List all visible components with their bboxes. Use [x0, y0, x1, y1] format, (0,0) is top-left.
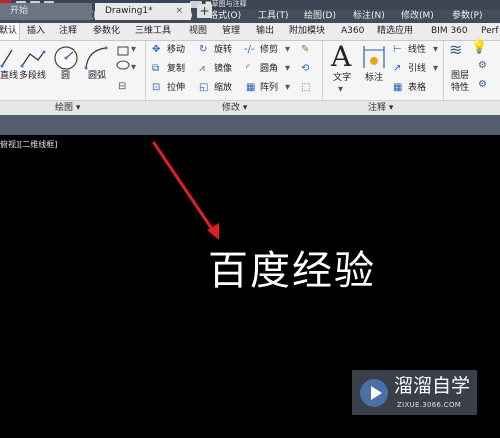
ribbon-tabs: 默认 插入 注释 参数化 三维工具 视图 管理 输出 附加模块 A360 精选应… — [0, 23, 500, 41]
text-big-icon[interactable]: A — [331, 41, 351, 73]
tab-output[interactable]: 输出 — [256, 23, 274, 40]
text-button[interactable]: 文字 — [333, 73, 351, 84]
circle-label[interactable]: 圆 — [61, 71, 70, 82]
tab-performance[interactable]: Perf — [481, 23, 499, 40]
tab-start-label: 开始 — [10, 6, 29, 16]
trim-icon: -/- — [244, 44, 255, 55]
mirror-button[interactable]: 镜像 — [214, 64, 232, 75]
rotate-button[interactable]: 旋转 — [214, 45, 232, 56]
modify-panel-title[interactable]: 修改 ▾ — [222, 101, 247, 115]
canvas-text: 百度经验 — [208, 248, 376, 294]
close-icon[interactable]: × — [175, 3, 183, 20]
new-tab-button[interactable]: + — [197, 4, 212, 18]
stretch-button[interactable]: 拉伸 — [167, 83, 185, 94]
copy-icon: ⧉ — [152, 63, 160, 74]
layer-properties-icon[interactable]: ≋ — [449, 42, 462, 58]
move-icon: ✥ — [152, 44, 161, 55]
fillet-icon: ◜ — [246, 63, 250, 74]
mirror-icon: ⩘ — [199, 63, 205, 74]
dimension-button[interactable]: 标注 — [365, 73, 383, 84]
copy-button[interactable]: 复制 — [167, 64, 185, 75]
tab-parametric[interactable]: 参数化 — [93, 23, 120, 40]
polyline-label[interactable]: 多段线 — [19, 71, 46, 82]
annotation-panel-title[interactable]: 注释 ▾ — [368, 101, 393, 115]
tab-featured-apps[interactable]: 精选应用 — [377, 23, 413, 40]
watermark: 溜溜自学 ZIXUE.3066.COM — [352, 370, 477, 415]
tab-annotate[interactable]: 注释 — [59, 23, 77, 40]
menu-draw[interactable]: 绘图(D) — [304, 9, 336, 23]
draw-panel-title[interactable]: 绘图 ▾ — [55, 101, 80, 115]
ribbon-panel-titles: 绘图 ▾ 修改 ▾ 注释 ▾ — [0, 100, 500, 116]
scale-icon: ◱ — [199, 82, 209, 93]
fillet-button[interactable]: 圆角 — [260, 64, 278, 75]
watermark-url: ZIXUE.3066.COM — [397, 401, 462, 409]
watermark-title: 溜溜自学 — [394, 375, 471, 397]
linear-button[interactable]: 线性 — [408, 45, 426, 56]
table-button[interactable]: 表格 — [408, 83, 426, 94]
linear-dropdown-icon[interactable]: ▾ — [433, 44, 438, 56]
viewport-controls[interactable]: 俯视][二维线框] — [0, 139, 57, 150]
tab-start[interactable]: 开始 — [0, 3, 92, 20]
menu-dimension[interactable]: 标注(N) — [353, 9, 385, 23]
trim-button[interactable]: 修剪 — [260, 45, 278, 56]
fillet-dropdown-icon[interactable]: ▾ — [285, 63, 290, 75]
rotate-icon: ↻ — [199, 44, 208, 55]
document-tabs — [0, 115, 500, 135]
layer-button[interactable]: 图层 — [451, 71, 469, 82]
tab-a360[interactable]: A360 — [341, 23, 364, 40]
move-button[interactable]: 移动 — [167, 45, 185, 56]
rectangle-dropdown-icon[interactable]: ▾ — [131, 44, 136, 56]
lightbulb-icon[interactable]: 💡 — [471, 41, 487, 54]
trim-dropdown-icon[interactable]: ▾ — [285, 44, 290, 56]
ellipse-dropdown-icon[interactable]: ▾ — [131, 62, 136, 74]
tab-insert[interactable]: 插入 — [27, 23, 45, 40]
menu-modify[interactable]: 修改(M) — [401, 9, 434, 23]
dimension-icon — [363, 46, 385, 68]
array-dropdown-icon[interactable]: ▾ — [285, 82, 290, 94]
explode-icon[interactable]: ⟲ — [301, 63, 309, 75]
array-icon: ▦ — [246, 82, 256, 93]
leader-icon: ↗ — [393, 63, 402, 74]
scale-button[interactable]: 缩放 — [214, 83, 232, 94]
leader-dropdown-icon[interactable]: ▾ — [433, 63, 438, 75]
tab-bim360[interactable]: BIM 360 — [431, 23, 468, 40]
text-dropdown-icon[interactable]: ▾ — [338, 84, 343, 96]
leader-button[interactable]: 引线 — [408, 64, 426, 75]
erase-icon[interactable]: ✎ — [301, 44, 309, 56]
properties-button[interactable]: 特性 — [451, 83, 469, 94]
tab-addins[interactable]: 附加模块 — [289, 23, 325, 40]
arc-label[interactable]: 圆弧 — [88, 71, 106, 82]
offset-icon[interactable]: ⬚ — [301, 82, 310, 94]
tab-drawing1[interactable]: Drawing1* × — [95, 3, 191, 20]
tab-view[interactable]: 视图 — [189, 23, 207, 40]
tab-3d-tools[interactable]: 三维工具 — [135, 23, 171, 40]
menu-format[interactable]: 格式(O) — [209, 9, 241, 23]
table-icon: ▦ — [393, 82, 403, 93]
linear-icon: ⊢ — [393, 44, 402, 55]
tab-manage[interactable]: 管理 — [222, 23, 240, 40]
line-label[interactable]: 直线 — [0, 71, 18, 82]
menu-tools[interactable]: 工具(T) — [258, 9, 289, 23]
stretch-icon: ⊡ — [152, 82, 161, 93]
array-button[interactable]: 阵列 — [260, 83, 278, 94]
tab-home[interactable]: 默认 — [0, 23, 20, 40]
tab-drawing-label: Drawing1* — [105, 6, 153, 16]
menu-parametric[interactable]: 参数(P) — [452, 9, 482, 23]
layer-tool-icon[interactable]: ⚙ — [478, 79, 487, 91]
layer-tool-icon[interactable]: ⚙ — [478, 60, 487, 72]
play-logo-icon — [360, 379, 388, 407]
hatch-icon[interactable]: ⊟ — [118, 81, 126, 93]
